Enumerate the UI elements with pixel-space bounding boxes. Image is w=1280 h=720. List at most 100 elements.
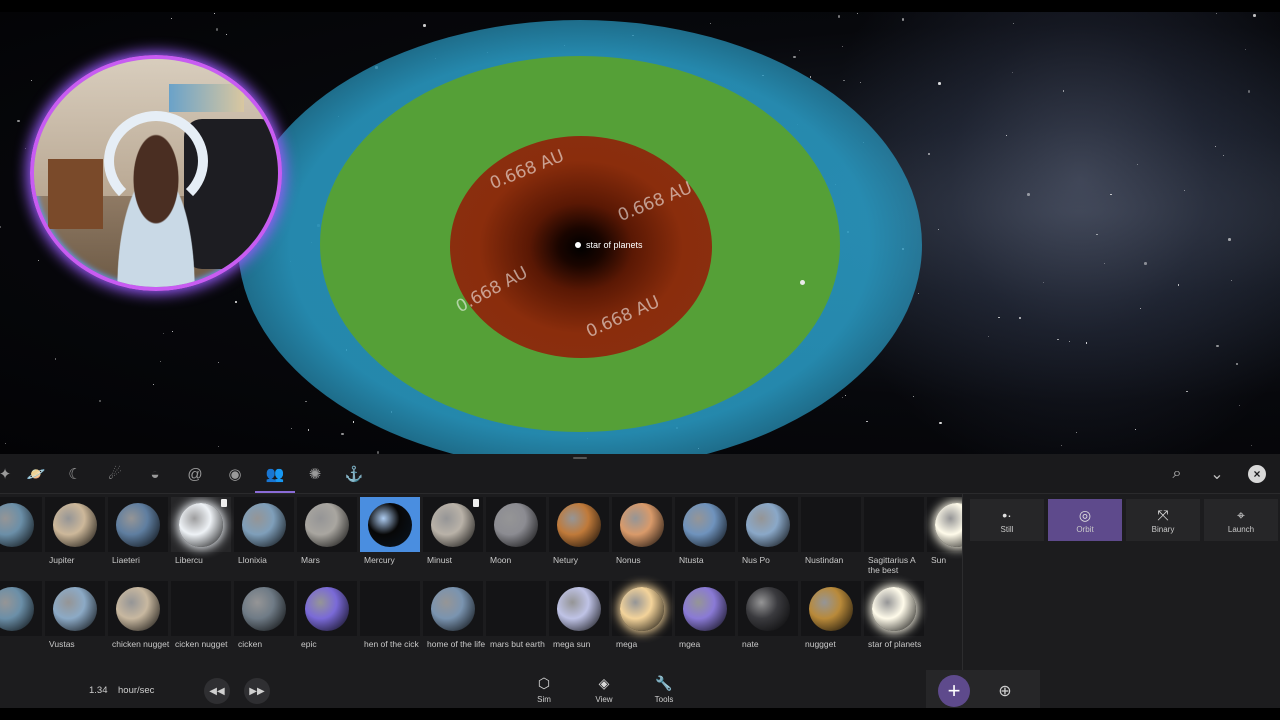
object-tile[interactable]: Mars bbox=[297, 497, 357, 579]
fast-forward-button[interactable]: ▶▶ bbox=[244, 678, 270, 704]
object-thumbnail bbox=[675, 497, 735, 552]
object-tile[interactable]: hen of the cick bbox=[360, 581, 420, 663]
star-particle bbox=[939, 421, 942, 425]
object-tile[interactable]: Ntusta bbox=[675, 497, 735, 579]
add-object-button[interactable]: + bbox=[938, 675, 970, 707]
object-label: nate bbox=[742, 639, 759, 649]
anchor-icon[interactable]: ⚓ bbox=[343, 463, 365, 485]
star-particle bbox=[225, 34, 227, 36]
star-object[interactable] bbox=[575, 242, 581, 248]
object-tile[interactable]: mgea bbox=[675, 581, 735, 663]
search-icon[interactable]: ⌕ bbox=[1166, 463, 1188, 485]
asteroid-icon[interactable]: ✦ bbox=[0, 463, 16, 485]
object-tile[interactable]: mega bbox=[612, 581, 672, 663]
object-tile[interactable]: mega sun bbox=[549, 581, 609, 663]
star-particle bbox=[215, 28, 219, 31]
star-particle bbox=[860, 81, 862, 83]
planet-image bbox=[683, 502, 727, 547]
object-tile[interactable]: Vustas bbox=[45, 581, 105, 663]
object-tile[interactable]: nate bbox=[738, 581, 798, 663]
rewind-button[interactable]: ◀◀ bbox=[204, 678, 230, 704]
object-label: Liaeteri bbox=[112, 555, 140, 565]
star-particle bbox=[1011, 72, 1014, 74]
object-tile[interactable]: mars but earth bbox=[486, 581, 546, 663]
tab-tools[interactable]: 🔧 Tools bbox=[639, 674, 689, 704]
mode-still-button[interactable]: •· Still bbox=[970, 499, 1044, 541]
object-tile[interactable]: cicken nugget bbox=[171, 581, 231, 663]
star-particle bbox=[901, 18, 905, 21]
close-button[interactable]: × bbox=[1246, 463, 1268, 485]
object-label: Llonixia bbox=[238, 555, 267, 565]
orbiting-planet[interactable] bbox=[800, 280, 805, 285]
object-tile[interactable] bbox=[0, 581, 42, 663]
rewind-icon: ◀◀ bbox=[209, 685, 225, 697]
panel-drag-handle[interactable] bbox=[573, 457, 587, 459]
planet-image bbox=[53, 502, 97, 547]
object-tile[interactable]: Nustindan bbox=[801, 497, 861, 579]
object-tile[interactable]: Minust bbox=[423, 497, 483, 579]
people-icon[interactable]: 👥 bbox=[264, 463, 286, 485]
object-tile[interactable]: star of planets bbox=[864, 581, 924, 663]
moon-icon[interactable]: ☾ bbox=[64, 463, 86, 485]
star-particle bbox=[1018, 316, 1022, 320]
star-particle bbox=[1250, 444, 1252, 446]
object-tile[interactable]: Sagittarius A the best bbox=[864, 497, 924, 579]
object-tile[interactable]: Jupiter bbox=[45, 497, 105, 579]
object-thumbnail bbox=[864, 497, 924, 552]
recenter-icon[interactable]: ⊕ bbox=[993, 679, 1017, 703]
object-label: epic bbox=[301, 639, 317, 649]
fast-forward-icon: ▶▶ bbox=[249, 685, 265, 697]
mode-label: Binary bbox=[1151, 524, 1175, 534]
planet-image bbox=[179, 502, 223, 547]
object-tile[interactable]: Mercury bbox=[360, 497, 420, 579]
object-thumbnail bbox=[360, 497, 420, 552]
object-tile[interactable]: Netury bbox=[549, 497, 609, 579]
planet-image bbox=[242, 586, 286, 631]
object-tile[interactable]: chicken nugget bbox=[108, 581, 169, 663]
star-particle bbox=[152, 383, 155, 386]
object-tile[interactable]: epic bbox=[297, 581, 357, 663]
time-speed-value[interactable]: 1.34 bbox=[89, 685, 108, 696]
object-tile[interactable]: Nonus bbox=[612, 497, 672, 579]
star-particle bbox=[37, 260, 39, 262]
object-tile[interactable]: cicken bbox=[234, 581, 294, 663]
object-tile[interactable]: Libercu bbox=[171, 497, 231, 579]
object-tile[interactable]: Sun bbox=[927, 497, 962, 579]
planet-image bbox=[53, 586, 97, 631]
object-tile[interactable]: Liaeteri bbox=[108, 497, 168, 579]
star-particle bbox=[1239, 405, 1241, 407]
planet-icon[interactable]: 🪐 bbox=[25, 463, 47, 485]
galaxy-icon[interactable]: @ bbox=[184, 463, 206, 485]
object-tile[interactable]: Llonixia bbox=[234, 497, 294, 579]
trash-icon[interactable] bbox=[473, 499, 479, 507]
eye-icon[interactable]: ◉ bbox=[224, 463, 246, 485]
comet-icon[interactable]: ☄ bbox=[104, 463, 126, 485]
object-label: mega sun bbox=[553, 639, 591, 649]
object-tile[interactable]: Moon bbox=[486, 497, 546, 579]
star-particle bbox=[856, 13, 858, 15]
object-label: Nus Po bbox=[742, 555, 770, 565]
planet-image bbox=[305, 502, 349, 547]
object-label: Mercury bbox=[364, 555, 395, 565]
star-particle bbox=[1247, 90, 1251, 93]
object-tile[interactable]: Nus Po bbox=[738, 497, 798, 579]
tab-view[interactable]: ◈ View bbox=[579, 674, 629, 704]
star-particle bbox=[4, 442, 6, 444]
object-tile[interactable]: home of the life bbox=[423, 581, 485, 663]
mode-orbit-button[interactable]: ◎ Orbit bbox=[1048, 499, 1122, 541]
mode-binary-button[interactable]: ⤧ Binary bbox=[1126, 499, 1200, 541]
object-tile[interactable]: nuggget bbox=[801, 581, 861, 663]
object-thumbnail bbox=[801, 581, 861, 636]
chevron-down-icon[interactable]: ⌄ bbox=[1206, 463, 1228, 485]
object-thumbnail bbox=[0, 581, 42, 636]
object-tile[interactable]: ar bbox=[0, 497, 42, 579]
star-particle bbox=[17, 119, 20, 123]
mode-launch-button[interactable]: ⌖ Launch bbox=[1204, 499, 1278, 541]
tab-sim[interactable]: ⬡ Sim bbox=[519, 674, 569, 704]
object-label: hen of the cick bbox=[364, 639, 419, 649]
star-particle bbox=[1085, 342, 1088, 344]
trash-icon[interactable] bbox=[221, 499, 227, 507]
star-particle bbox=[709, 22, 711, 24]
sun-icon[interactable]: ✺ bbox=[304, 463, 326, 485]
ufo-icon[interactable]: ◒ bbox=[144, 463, 166, 485]
